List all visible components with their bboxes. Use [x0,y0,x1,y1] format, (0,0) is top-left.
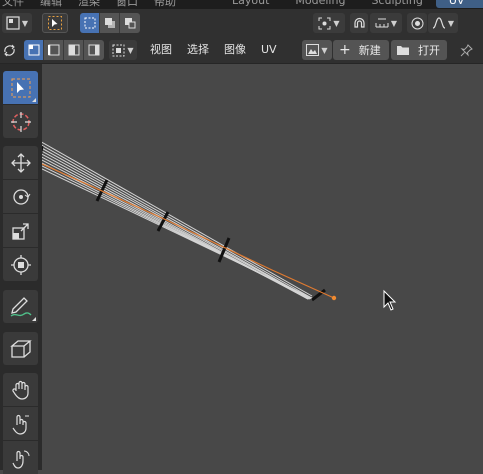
select-box-icon [11,78,31,98]
island-select-button[interactable] [84,40,104,60]
menu-window[interactable]: 窗口 [116,0,138,9]
image-icon [306,44,320,56]
cursor-icon [10,111,32,133]
main-menu: 文件 编辑 渲染 窗口 帮助 [2,0,176,9]
pivot-point-button[interactable]: ▼ [313,13,345,33]
move-tool[interactable] [3,146,38,179]
sync-selection-button[interactable] [1,40,17,60]
menu-select[interactable]: 选择 [187,42,209,58]
snap-increment-icon [375,17,389,30]
menu-file[interactable]: 文件 [2,0,24,9]
select-mode-group [80,13,140,33]
falloff-button[interactable]: ▼ [428,13,458,33]
chevron-down-icon: ▼ [390,18,398,28]
image-browse-button[interactable]: ▼ [302,40,332,60]
select-new-icon [84,17,96,29]
open-image-button[interactable]: 打开 [391,40,447,60]
rip-region-icon [9,338,33,360]
scale-tool[interactable] [3,214,38,247]
chevron-down-icon: ▼ [21,18,29,28]
selected-uv-vertex[interactable] [331,295,337,301]
chevron-down-icon: ▼ [447,18,455,28]
select-mode-tool-button[interactable] [42,13,68,33]
menu-edit[interactable]: 编辑 [40,0,62,9]
select-subtract-button[interactable] [120,13,140,33]
tool-variants-indicator [32,317,36,321]
edge-select-button[interactable] [44,40,64,60]
vertex-select-button[interactable] [24,40,44,60]
pinch-tool[interactable] [3,441,38,474]
tool-shelf [0,64,42,474]
proportional-edit-icon [411,17,424,30]
pinch-icon [10,447,32,469]
sticky-selection-button[interactable]: ▼ [109,40,137,60]
snap-target-button[interactable]: ▼ [370,13,402,33]
grab-tool[interactable] [3,373,38,406]
face-select-button[interactable] [64,40,84,60]
select-extend-icon [104,17,116,29]
scale-icon [11,221,31,241]
move-icon [10,152,32,174]
rip-region-tool[interactable] [3,332,38,365]
tab-uv-editing[interactable]: UV Editing [435,0,483,9]
sync-icon [3,44,16,57]
menu-render[interactable]: 渲染 [78,0,100,9]
relax-tool[interactable] [3,407,38,440]
editor-header: ▼ 视图 选择 图像 UV ▼ + 新建 打开 [0,38,483,64]
proportional-edit-button[interactable] [407,13,427,33]
annotate-icon [9,296,33,318]
uv-mesh-wireframe [42,141,315,300]
cursor-arrow-icon [48,16,62,30]
pin-button[interactable] [456,40,476,60]
chevron-down-icon: ▼ [127,45,134,55]
annotate-tool[interactable] [3,290,38,323]
folder-icon [396,44,410,56]
select-new-button[interactable] [80,13,100,33]
uv-editor-viewport[interactable] [42,64,483,470]
edge-select-icon [47,44,60,56]
tab-modeling[interactable]: Modeling [282,0,358,8]
rotate-tool[interactable] [3,180,38,213]
select-box-tool[interactable] [3,71,38,104]
new-image-label: 新建 [358,44,381,57]
menu-view[interactable]: 视图 [150,42,172,58]
select-subtract-icon [124,17,136,29]
menu-image[interactable]: 图像 [224,42,246,58]
pin-icon [459,43,473,57]
selected-uv-edge [42,163,335,299]
tool-variants-indicator [32,98,36,102]
rotate-icon [10,186,32,208]
new-image-button[interactable]: + 新建 [333,40,389,60]
transform-icon [10,254,32,276]
workspace-tabs: Layout Modeling Sculpting UV Editing [219,0,483,9]
vertex-select-icon [28,44,40,56]
tab-sculpting[interactable]: Sculpting [358,0,435,8]
uv-select-mode-group [24,40,104,60]
tab-layout[interactable]: Layout [219,0,282,8]
mouse-cursor-icon [383,289,397,311]
grab-icon [10,379,32,401]
uv-editor-icon [6,16,20,30]
chevron-down-icon: ▼ [321,45,328,55]
top-bar: 文件 编辑 渲染 窗口 帮助 Layout Modeling Sculpting… [0,0,483,9]
sticky-selection-icon [112,44,125,57]
menu-help[interactable]: 帮助 [154,0,176,9]
plus-icon: + [339,42,351,58]
menu-uv[interactable]: UV [261,42,277,58]
snap-toggle-button[interactable] [350,13,368,33]
open-image-label: 打开 [418,44,440,57]
cursor-tool[interactable] [3,105,38,138]
chevron-down-icon: ▼ [333,18,340,28]
island-select-icon [88,44,100,56]
falloff-curve-icon [432,17,446,29]
relax-icon [10,413,32,435]
pivot-icon [318,17,331,30]
magnet-icon [353,17,366,30]
select-extend-button[interactable] [100,13,120,33]
transform-tool[interactable] [3,248,38,281]
face-select-icon [68,44,80,56]
tool-settings-header: ▼ ▼ ▼ ▼ [0,9,483,38]
editor-type-button[interactable]: ▼ [2,13,32,33]
uv-canvas [42,141,397,311]
